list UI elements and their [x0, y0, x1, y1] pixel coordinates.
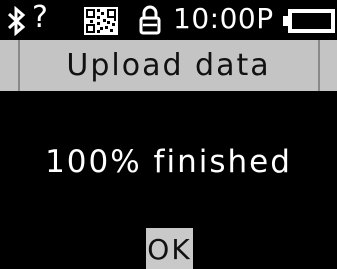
dialog-title: Upload data: [66, 48, 271, 83]
ok-button[interactable]: OK: [146, 228, 193, 269]
status-bar: ? 10:00P: [0, 0, 337, 40]
lock-icon: [139, 5, 161, 39]
dialog-title-bar: Upload data: [0, 40, 337, 91]
device-screen: ? 10:00P Upload data 100% finished OK: [0, 0, 337, 269]
bluetooth-icon: [6, 5, 28, 40]
battery-icon: [283, 8, 337, 38]
clock-time: 10:00P: [173, 2, 274, 35]
progress-message: 100% finished: [45, 144, 292, 180]
unknown-status-icon: ?: [32, 0, 48, 35]
qr-code-icon: [84, 7, 118, 39]
